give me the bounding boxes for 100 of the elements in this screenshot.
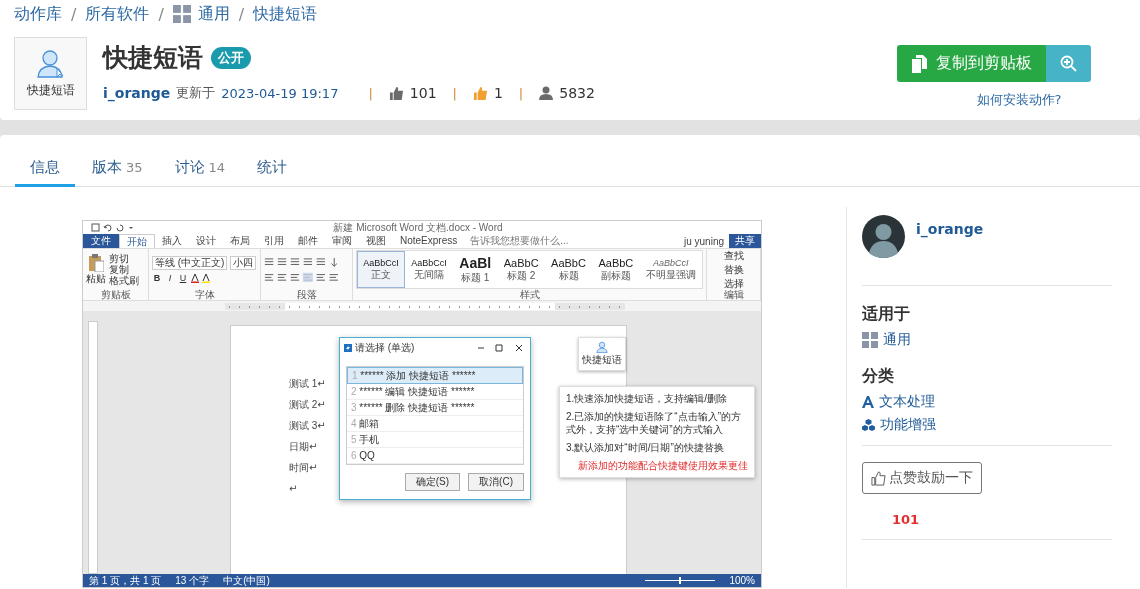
tooltip-text: 2.已添加的快捷短语除了“点击输入”的方式外，支持“选中关键词”的方式输入	[566, 410, 742, 436]
category-link[interactable]: 功能增强	[880, 416, 936, 434]
ribbon-tab[interactable]: 引用	[257, 234, 291, 248]
dialog-list-item[interactable]: 2 ****** 编辑 快捷短语 ******	[347, 384, 523, 400]
tooltip-text: 3.默认添加对“时间/日期”的快捷替换	[566, 441, 725, 454]
document-line: 测试 1↵	[289, 378, 326, 390]
dialog-button[interactable]: 确定(S)	[404, 473, 461, 491]
zoom-level: 100%	[729, 575, 755, 586]
document-line: ↵	[289, 483, 298, 495]
copy-icon	[911, 54, 927, 73]
ribbon-group-label: 编辑	[722, 289, 745, 300]
format-button[interactable]: B	[152, 273, 162, 283]
stat-separator: |	[452, 85, 457, 101]
person-icon	[35, 48, 66, 78]
tab[interactable]: 讨论 14	[159, 158, 241, 187]
breadcrumb-link[interactable]: 所有软件	[85, 3, 150, 25]
status-text: 中文(中国)	[223, 573, 270, 587]
install-help-link[interactable]: 如何安装动作?	[976, 91, 1062, 109]
tab[interactable]: 版本 35	[77, 158, 158, 187]
like-count: 101	[892, 512, 921, 527]
like-button[interactable]: 点赞鼓励一下	[862, 462, 982, 494]
dialog-button[interactable]: 取消(C)	[468, 473, 524, 491]
style-gallery-item[interactable]: AaBl 标题 1	[453, 251, 498, 288]
ribbon-command[interactable]: 选择	[723, 278, 744, 289]
thumbs-up-icon	[472, 85, 488, 101]
ribbon-tab[interactable]: 布局	[223, 234, 257, 248]
dialog-list-item[interactable]: 3 ****** 删除 快捷短语 ******	[347, 400, 523, 416]
author-link[interactable]: i_orange	[103, 85, 171, 101]
action-title: 快捷短语	[103, 42, 203, 74]
ribbon-tab[interactable]: 视图	[359, 234, 393, 248]
author-link[interactable]: i_orange	[916, 221, 984, 237]
stat-count: 5832	[559, 85, 595, 101]
style-gallery-item[interactable]: AaBbCcI 无间隔	[405, 251, 454, 288]
stat-count: 101	[409, 85, 437, 101]
zoom-slider-drawing	[645, 577, 716, 584]
user-icon	[539, 86, 554, 100]
style-gallery-item[interactable]: AaBbC 标题 2	[497, 251, 545, 288]
dialog-list-item[interactable]: 5 手机	[347, 432, 523, 448]
ribbon-tab[interactable]: 插入	[155, 234, 189, 248]
ribbon-command[interactable]: 替换	[723, 264, 744, 275]
dialog-list-item[interactable]: 1 ****** 添加 快捷短语 ******	[347, 367, 523, 384]
tab[interactable]: 统计	[242, 158, 303, 187]
grid-icon	[862, 332, 878, 348]
ribbon-command[interactable]: 查找	[723, 250, 744, 261]
ribbon-group-label: 段落	[295, 289, 318, 300]
breadcrumb-separator: /	[158, 4, 164, 24]
section-heading: 适用于	[862, 304, 911, 325]
ribbon-tab[interactable]: 审阅	[325, 234, 359, 248]
stat-separator: |	[518, 85, 524, 101]
ribbon-tab[interactable]: 文件	[83, 234, 119, 248]
ribbon-group-label: 剪贴板	[99, 289, 132, 300]
style-gallery-item[interactable]: AaBbC 标题	[544, 251, 593, 288]
action-icon-label: 快捷短语	[26, 82, 75, 99]
breadcrumb-link[interactable]: 通用	[197, 3, 230, 25]
category-link[interactable]: 文本处理	[879, 393, 935, 411]
tooltip-text: 1.快速添加快捷短语，支持编辑/删除	[566, 392, 729, 405]
style-gallery-item[interactable]: AaBbC 副标题	[592, 251, 640, 288]
format-button[interactable]: I	[165, 273, 175, 283]
breadcrumb-link[interactable]: 动作库	[14, 3, 62, 25]
person-icon	[596, 341, 608, 353]
preview-button[interactable]	[1046, 45, 1091, 82]
tooltip-note: 新添加的功能配合快捷键使用效果更佳	[577, 459, 748, 472]
ribbon-group-label: 样式	[518, 289, 541, 300]
ribbon-command[interactable]: 复制	[109, 264, 139, 275]
dialog-list-item[interactable]: 4 邮箱	[347, 416, 523, 432]
style-gallery-item[interactable]: AaBbCcI 正文	[357, 251, 406, 288]
font-name-field[interactable]: 等线 (中文正文)	[152, 256, 228, 270]
document-line: 日期↵	[289, 441, 318, 453]
ribbon-tab[interactable]: 开始	[119, 233, 155, 249]
user-name: ju yuning	[683, 235, 724, 247]
format-button[interactable]: U	[178, 273, 188, 283]
ribbon-group-label: 字体	[193, 289, 216, 300]
clipboard-icon	[88, 253, 104, 272]
tab[interactable]: 信息	[15, 158, 75, 187]
avatar-icon	[862, 215, 905, 258]
dialog-list-item[interactable]: 6 QQ	[347, 448, 523, 464]
section-heading: 分类	[862, 366, 895, 387]
share-button[interactable]: 共享	[729, 234, 761, 248]
paste-button[interactable]: 粘贴	[86, 253, 106, 286]
platform-link[interactable]: 通用	[883, 331, 911, 349]
tell-me-field[interactable]: 告诉我您想要做什么...	[470, 234, 569, 248]
breadcrumb-separator: /	[71, 4, 77, 24]
breadcrumb-separator: /	[238, 4, 245, 24]
font-size-field[interactable]: 小四	[230, 256, 257, 270]
updated-date: 2023-04-19 19:17	[221, 85, 339, 101]
dialog-title: 请选择 (单选)	[355, 341, 416, 355]
ribbon-command[interactable]: 剪切	[109, 253, 139, 264]
style-gallery-item[interactable]: AaBbCcI 不明显强调	[639, 251, 703, 288]
floating-action-button[interactable]: 快捷短语	[578, 337, 626, 371]
lightning-icon	[344, 344, 352, 352]
ribbon-tab[interactable]: NoteExpress	[393, 234, 465, 248]
document-line: 时间↵	[289, 462, 318, 474]
ribbon-tab[interactable]: 设计	[189, 234, 223, 248]
grid-icon	[172, 5, 191, 23]
ribbon-tab[interactable]: 邮件	[291, 234, 325, 248]
ribbon-command[interactable]: 格式刷	[109, 275, 139, 286]
thumbs-up-icon	[871, 470, 886, 486]
word-window-title: 新建 Microsoft Word 文档.docx - Word	[332, 221, 504, 235]
breadcrumb-link[interactable]: 快捷短语	[253, 3, 318, 25]
cubes-icon	[862, 419, 875, 431]
